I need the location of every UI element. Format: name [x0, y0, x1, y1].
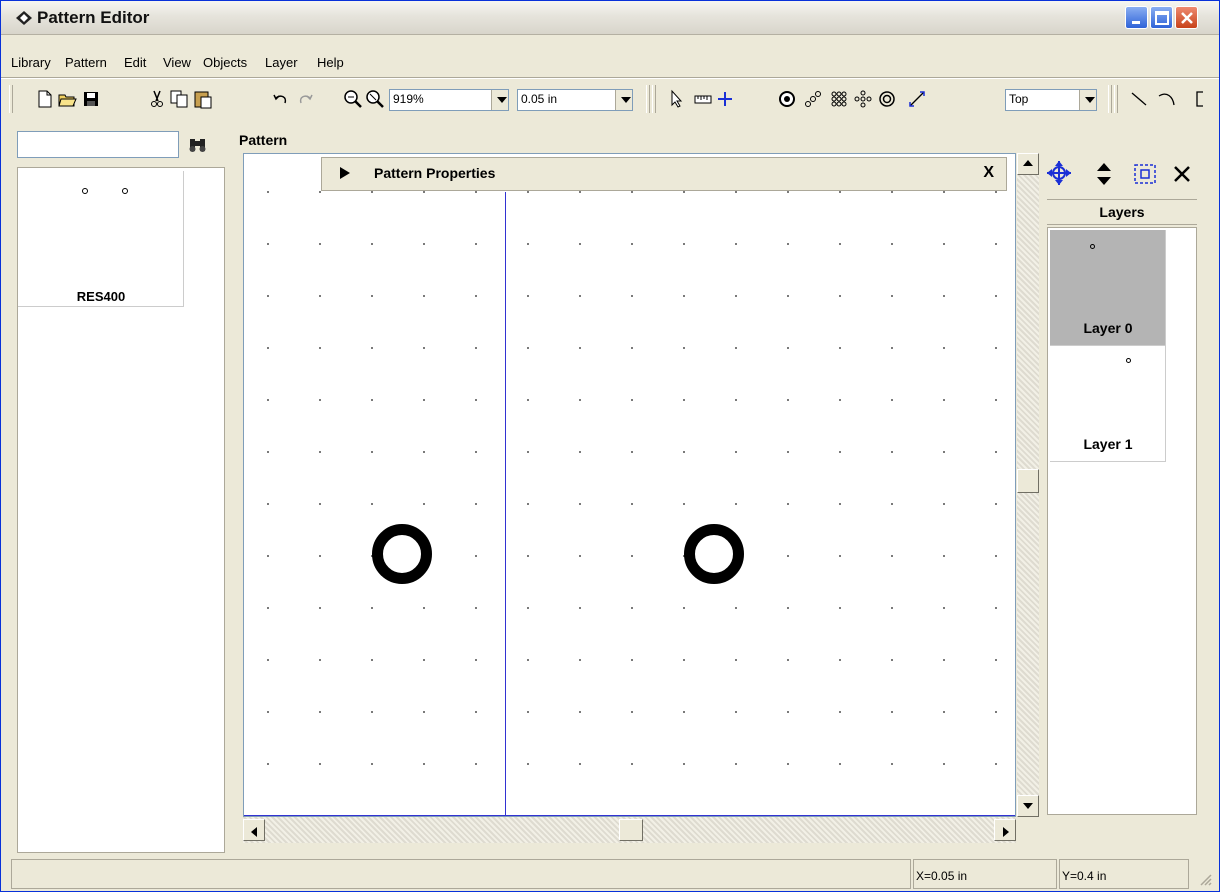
undo-icon[interactable]	[271, 89, 291, 109]
chevron-down-icon[interactable]	[1079, 90, 1096, 110]
maximize-icon	[1155, 11, 1169, 25]
grid-size-value: 0.05 in	[521, 92, 558, 106]
chevron-down-icon[interactable]	[491, 90, 508, 110]
scroll-up-button[interactable]	[1017, 153, 1039, 175]
menu-library[interactable]: Library	[11, 55, 51, 70]
copy-icon[interactable]	[169, 89, 189, 109]
side-value: Top	[1009, 92, 1029, 106]
layers-panel: Layer 0 Layer 1	[1047, 227, 1197, 815]
pad-2[interactable]	[684, 524, 744, 584]
delete-icon[interactable]	[1171, 163, 1193, 185]
move-icon[interactable]	[1045, 159, 1073, 187]
pad-pattern-icon[interactable]	[853, 89, 873, 109]
pattern-editor-window: Pattern Editor Library Pattern Edit View…	[0, 0, 1220, 892]
close-window-button[interactable]	[1175, 6, 1198, 29]
library-item-label: RES400	[76, 289, 126, 304]
title-bar[interactable]: Pattern Editor	[1, 1, 1219, 35]
select-icon[interactable]	[667, 89, 687, 109]
layer-properties-icon[interactable]	[1133, 163, 1157, 185]
arc-icon[interactable]	[1157, 89, 1177, 109]
library-search-input[interactable]	[17, 131, 179, 158]
toolbar-grip[interactable]	[1108, 85, 1112, 113]
pad-preview-icon	[82, 188, 88, 194]
cut-icon[interactable]	[147, 89, 167, 109]
close-icon	[1181, 12, 1193, 24]
pattern-properties-header[interactable]: Pattern Properties X	[321, 157, 1007, 191]
maximize-button[interactable]	[1150, 6, 1173, 29]
new-icon[interactable]	[35, 89, 55, 109]
toolbar-grip[interactable]	[1114, 85, 1118, 113]
app-icon	[16, 11, 32, 25]
pad-preview-icon	[122, 188, 128, 194]
minimize-button[interactable]	[1125, 6, 1148, 29]
status-bar: X=0.05 in Y=0.4 in	[11, 857, 1217, 891]
layers-header: Layers	[1047, 199, 1197, 225]
pad-array-icon[interactable]	[829, 89, 849, 109]
move-up-down-icon[interactable]	[1093, 161, 1115, 187]
pattern-group-label: Pattern	[239, 132, 288, 148]
menu-edit[interactable]: Edit	[124, 55, 146, 70]
pattern-properties-close-button[interactable]: X	[983, 164, 994, 182]
chevron-down-icon[interactable]	[615, 90, 632, 110]
paste-icon[interactable]	[193, 89, 213, 109]
origin-icon[interactable]	[715, 89, 735, 109]
scroll-left-button[interactable]	[243, 819, 265, 841]
layer-item[interactable]: Layer 0	[1050, 230, 1166, 346]
library-item[interactable]: RES400	[18, 171, 184, 307]
rectangle-icon[interactable]	[1193, 89, 1213, 109]
menu-bar: Library Pattern Edit View Objects Layer …	[1, 51, 1219, 75]
menu-view[interactable]: View	[163, 55, 191, 70]
toolbar-grip[interactable]	[652, 85, 656, 113]
grid-size-combobox[interactable]: 0.05 in	[517, 89, 633, 111]
zoom-out-icon[interactable]	[365, 89, 385, 109]
resize-grip-icon[interactable]	[1197, 871, 1213, 887]
binoculars-icon[interactable]	[187, 135, 209, 155]
minimize-icon	[1132, 21, 1140, 24]
scroll-right-button[interactable]	[994, 819, 1016, 841]
line-icon[interactable]	[1129, 89, 1149, 109]
horizontal-guide-line	[244, 815, 1015, 816]
menu-layer[interactable]: Layer	[265, 55, 298, 70]
vertical-guide-line	[505, 192, 506, 816]
toolbar-grip[interactable]	[646, 85, 650, 113]
layer-item[interactable]: Layer 1	[1050, 346, 1166, 462]
save-icon[interactable]	[81, 89, 101, 109]
horizontal-scroll-thumb[interactable]	[619, 819, 643, 841]
horizontal-scrollbar[interactable]	[243, 817, 1016, 843]
status-message	[11, 859, 911, 889]
layer-label: Layer 0	[1083, 320, 1133, 336]
zoom-value: 919%	[393, 92, 424, 106]
open-icon[interactable]	[57, 89, 77, 109]
pattern-canvas[interactable]	[243, 153, 1016, 817]
zoom-combobox[interactable]: 919%	[389, 89, 509, 111]
pad-preview-icon	[1126, 358, 1131, 363]
main-toolbar: 919% 0.05 in Top	[1, 81, 1219, 121]
menu-pattern[interactable]: Pattern	[65, 55, 107, 70]
library-panel: RES400	[17, 167, 225, 853]
redo-icon[interactable]	[295, 89, 315, 109]
window-title: Pattern Editor	[37, 8, 150, 27]
status-y-coordinate: Y=0.4 in	[1059, 859, 1189, 889]
menu-separator	[1, 77, 1219, 79]
pad-1[interactable]	[372, 524, 432, 584]
pad-series-icon[interactable]	[803, 89, 823, 109]
layer-label: Layer 1	[1083, 436, 1133, 452]
pattern-properties-title: Pattern Properties	[374, 165, 496, 181]
vertical-scroll-thumb[interactable]	[1017, 469, 1039, 493]
toolbar-grip[interactable]	[9, 85, 13, 113]
measure-icon[interactable]	[693, 89, 713, 109]
expand-arrow-icon[interactable]	[340, 167, 350, 179]
menu-objects[interactable]: Objects	[203, 55, 247, 70]
pad-icon[interactable]	[777, 89, 797, 109]
pad-preview-icon	[1090, 244, 1095, 249]
side-combobox[interactable]: Top	[1005, 89, 1097, 111]
dimension-icon[interactable]	[907, 89, 927, 109]
scroll-down-button[interactable]	[1017, 795, 1039, 817]
pad-circle-icon[interactable]	[877, 89, 897, 109]
vertical-scrollbar[interactable]	[1017, 153, 1039, 817]
menu-help[interactable]: Help	[317, 55, 344, 70]
status-x-coordinate: X=0.05 in	[913, 859, 1057, 889]
zoom-in-icon[interactable]	[343, 89, 363, 109]
